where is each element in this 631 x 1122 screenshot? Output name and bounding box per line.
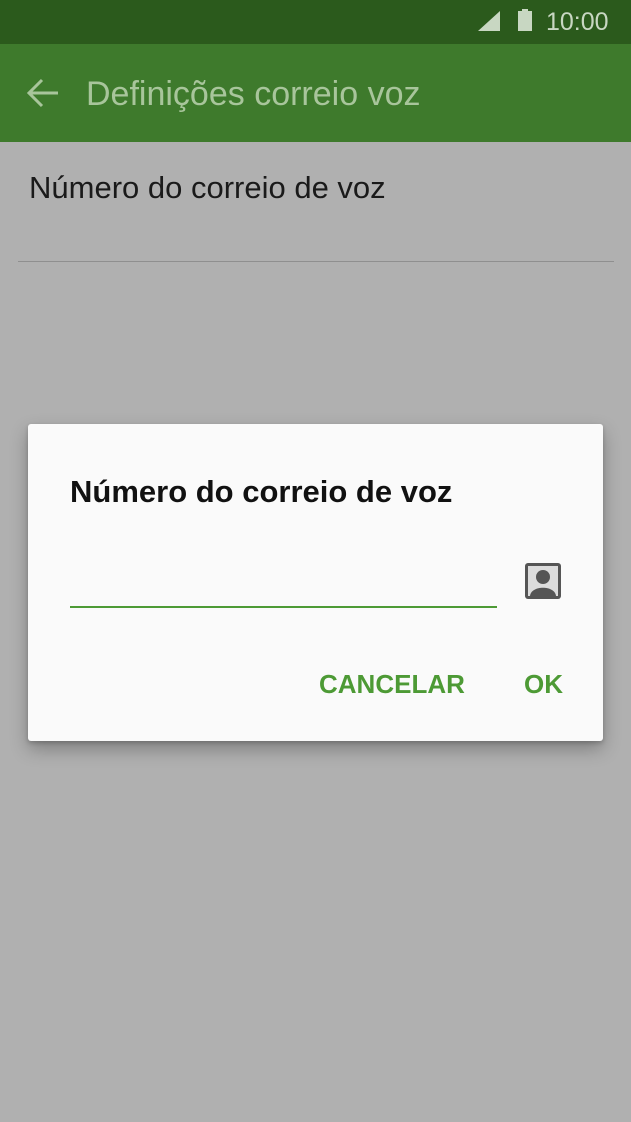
battery-icon	[518, 9, 532, 31]
dialog-title: Número do correio de voz	[70, 474, 453, 509]
voicemail-number-dialog: Número do correio de voz CANCELAR OK	[28, 424, 603, 741]
arrow-left-icon[interactable]	[26, 78, 60, 108]
setting-item-label: Número do correio de voz	[29, 170, 386, 205]
divider	[18, 261, 614, 262]
contact-icon[interactable]	[525, 563, 561, 599]
page-title: Definições correio voz	[86, 75, 421, 113]
signal-icon	[478, 11, 500, 31]
status-time: 10:00	[546, 8, 609, 36]
cancel-button[interactable]: CANCELAR	[319, 667, 465, 701]
status-bar: 10:00	[0, 0, 631, 44]
app-bar: Definições correio voz	[0, 44, 631, 142]
voicemail-number-input[interactable]	[70, 560, 497, 608]
ok-button[interactable]: OK	[524, 667, 563, 701]
setting-item-voicemail-number[interactable]: Número do correio de voz	[0, 142, 631, 262]
